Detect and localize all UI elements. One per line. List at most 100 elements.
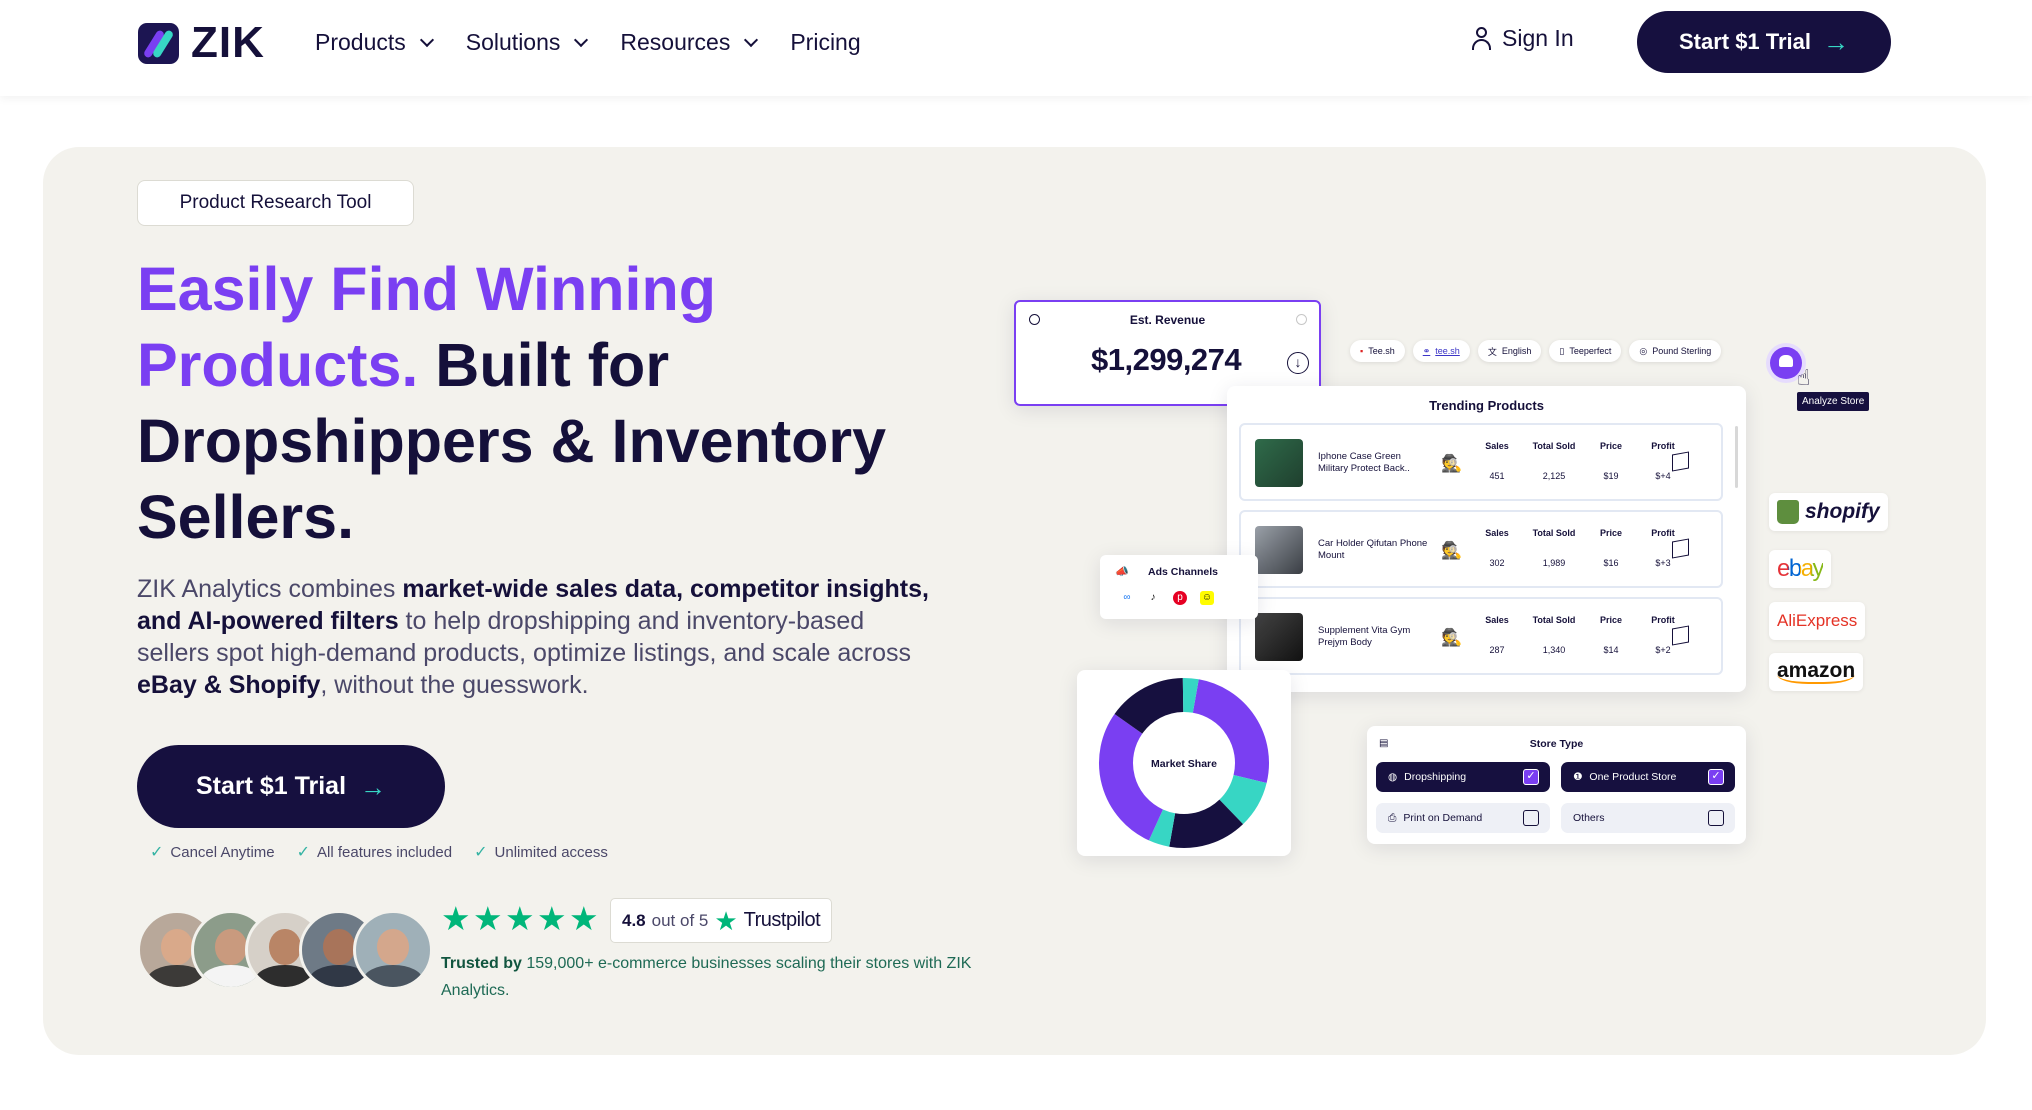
flag-icon: ▪ <box>1360 346 1364 356</box>
option-label: Dropshipping <box>1404 771 1467 783</box>
product-row: Car Holder Qifutan Phone Mount 🕵 Sales 30… <box>1239 510 1723 588</box>
stat-label: Price <box>1599 615 1623 625</box>
market-share-slice <box>1099 714 1164 841</box>
box-icon <box>1672 625 1689 646</box>
checkbox-icon <box>1708 810 1724 826</box>
sign-in-link[interactable]: Sign In <box>1472 25 1574 52</box>
feature-item: ✓ Cancel Anytime <box>150 842 275 862</box>
rating-stars: ★ ★ ★ ★ ★ <box>441 900 599 937</box>
brand-label: ebay <box>1777 555 1825 582</box>
logo-mark-icon <box>138 22 179 64</box>
menu-item-pricing[interactable]: Pricing <box>790 25 860 59</box>
stat-price: Price $19 <box>1585 441 1637 481</box>
avatar <box>353 910 433 990</box>
menu-item-products[interactable]: Products <box>315 25 434 59</box>
trending-title: Trending Products <box>1429 398 1544 413</box>
product-name: Car Holder Qifutan Phone Mount <box>1318 538 1428 561</box>
amazon-logo: amazon <box>1769 653 1864 691</box>
globe-icon: ◍ <box>1388 771 1398 783</box>
hero-start-trial-button[interactable]: Start $1 Trial → <box>137 745 445 828</box>
check-icon: ✓ <box>1708 769 1724 785</box>
star-icon: ★ <box>569 900 599 937</box>
meta-icon: ∞ <box>1123 592 1131 603</box>
market-share-chart: Market Share <box>1099 678 1269 848</box>
hero-tag: Product Research Tool <box>137 180 414 226</box>
menu-label: Solutions <box>465 28 561 55</box>
market-share-slice <box>1114 678 1185 735</box>
product-thumbnail <box>1255 439 1303 487</box>
brand-label: shopify <box>1805 500 1880 523</box>
nav-start-trial-button[interactable]: Start $1 Trial → <box>1637 11 1891 73</box>
link-icon: ⚭ <box>1422 345 1431 356</box>
feature-label: Cancel Anytime <box>170 843 275 861</box>
product-stats: Sales 451 Total Sold 2,125 Price $19 Profit… <box>1471 441 1689 481</box>
product-row: Iphone Case Green Military Protect Back.… <box>1239 423 1723 501</box>
menu-item-solutions[interactable]: Solutions <box>465 25 589 59</box>
star-icon: ★ <box>441 900 471 937</box>
store-chip: ▯ Teeperfect <box>1549 340 1622 362</box>
sign-in-label: Sign In <box>1502 25 1574 51</box>
stat-total-sold: Total Sold 1,989 <box>1523 528 1585 568</box>
stat-sales: Sales 302 <box>1471 528 1523 568</box>
ads-channels-card: 📣 Ads Channels ∞ ♪ p ☺ <box>1100 555 1258 619</box>
star-icon: ★ <box>537 900 567 937</box>
feature-list: ✓ Cancel Anytime ✓ All features included ✓… <box>150 842 608 862</box>
chip-label: English <box>1501 346 1532 356</box>
market-share-slice <box>1148 809 1176 847</box>
chip-label: Pound Sterling <box>1652 346 1712 356</box>
stat-value: $16 <box>1603 558 1619 568</box>
stat-value: 451 <box>1489 471 1505 481</box>
stat-value: $14 <box>1603 645 1619 655</box>
market-share-slice <box>1169 799 1244 848</box>
stat-label: Sales <box>1485 528 1509 538</box>
check-icon: ✓ <box>296 844 311 861</box>
market-share-label: Market Share <box>1151 758 1217 770</box>
check-icon: ✓ <box>150 844 164 861</box>
store-type-card: ▤ Store Type ◍ Dropshipping ✓ ❶ One Product… <box>1367 726 1746 844</box>
revenue-label: Est. Revenue <box>1129 313 1206 327</box>
megaphone-icon: 📣 <box>1115 566 1129 578</box>
user-icon <box>1472 26 1491 51</box>
store-chip: 文 English <box>1477 340 1542 362</box>
trustpilot-name: Trustpilot <box>743 909 821 931</box>
shopify-bag-icon <box>1777 500 1799 524</box>
store-type-one-product: ❶ One Product Store ✓ <box>1561 762 1735 792</box>
option-label: Print on Demand <box>1403 812 1483 824</box>
check-icon: ✓ <box>474 844 488 861</box>
nav-cta-label: Start $1 Trial <box>1678 29 1812 54</box>
store-chip: ▪ Tee.sh <box>1350 340 1405 362</box>
store-chip: ◎ Pound Sterling <box>1629 340 1722 362</box>
spy-icon: 🕵 <box>1441 541 1463 560</box>
stat-value: 2,125 <box>1542 471 1566 481</box>
chip-label: Tee.sh <box>1368 346 1395 356</box>
chip-label: tee.sh <box>1435 346 1460 356</box>
stat-value: $+2 <box>1655 645 1671 655</box>
option-label: Others <box>1573 812 1605 824</box>
store-type-others: Others <box>1561 803 1735 833</box>
stat-total-sold: Total Sold 1,340 <box>1523 615 1585 655</box>
menu-label: Resources <box>620 28 731 55</box>
logo-text: ZIK <box>191 18 265 67</box>
store-type-title: Store Type <box>1529 738 1584 750</box>
stat-label: Profit <box>1651 528 1675 538</box>
stat-value: $19 <box>1603 471 1619 481</box>
spy-icon: 🕵 <box>1441 454 1463 473</box>
cursor-icon: ☝ <box>1797 365 1811 390</box>
product-name: Iphone Case Green Military Protect Back.… <box>1318 451 1410 474</box>
logo[interactable]: ZIK <box>138 21 265 65</box>
trustpilot-badge[interactable]: 4.8 out of 5 ★ Trustpilot <box>610 898 833 943</box>
rating-text: out of 5 <box>651 910 709 930</box>
stat-label: Total Sold <box>1532 615 1576 625</box>
chevron-down-icon <box>574 32 589 47</box>
product-thumbnail <box>1255 526 1303 574</box>
store-chips: ▪ Tee.sh ⚭ tee.sh 文 English ▯ Teeperfect ◎ Po… <box>1350 340 1722 362</box>
menu-item-resources[interactable]: Resources <box>620 25 759 59</box>
star-icon: ★ <box>473 900 503 937</box>
brand-label: amazon <box>1777 659 1856 684</box>
stat-value: 1,989 <box>1542 558 1566 568</box>
brand-label: AliExpress <box>1777 611 1858 630</box>
theme-icon: ▯ <box>1559 345 1565 356</box>
store-type-print-on-demand: ⎙ Print on Demand <box>1376 803 1550 833</box>
stat-label: Price <box>1599 528 1623 538</box>
stat-value: 302 <box>1489 558 1505 568</box>
